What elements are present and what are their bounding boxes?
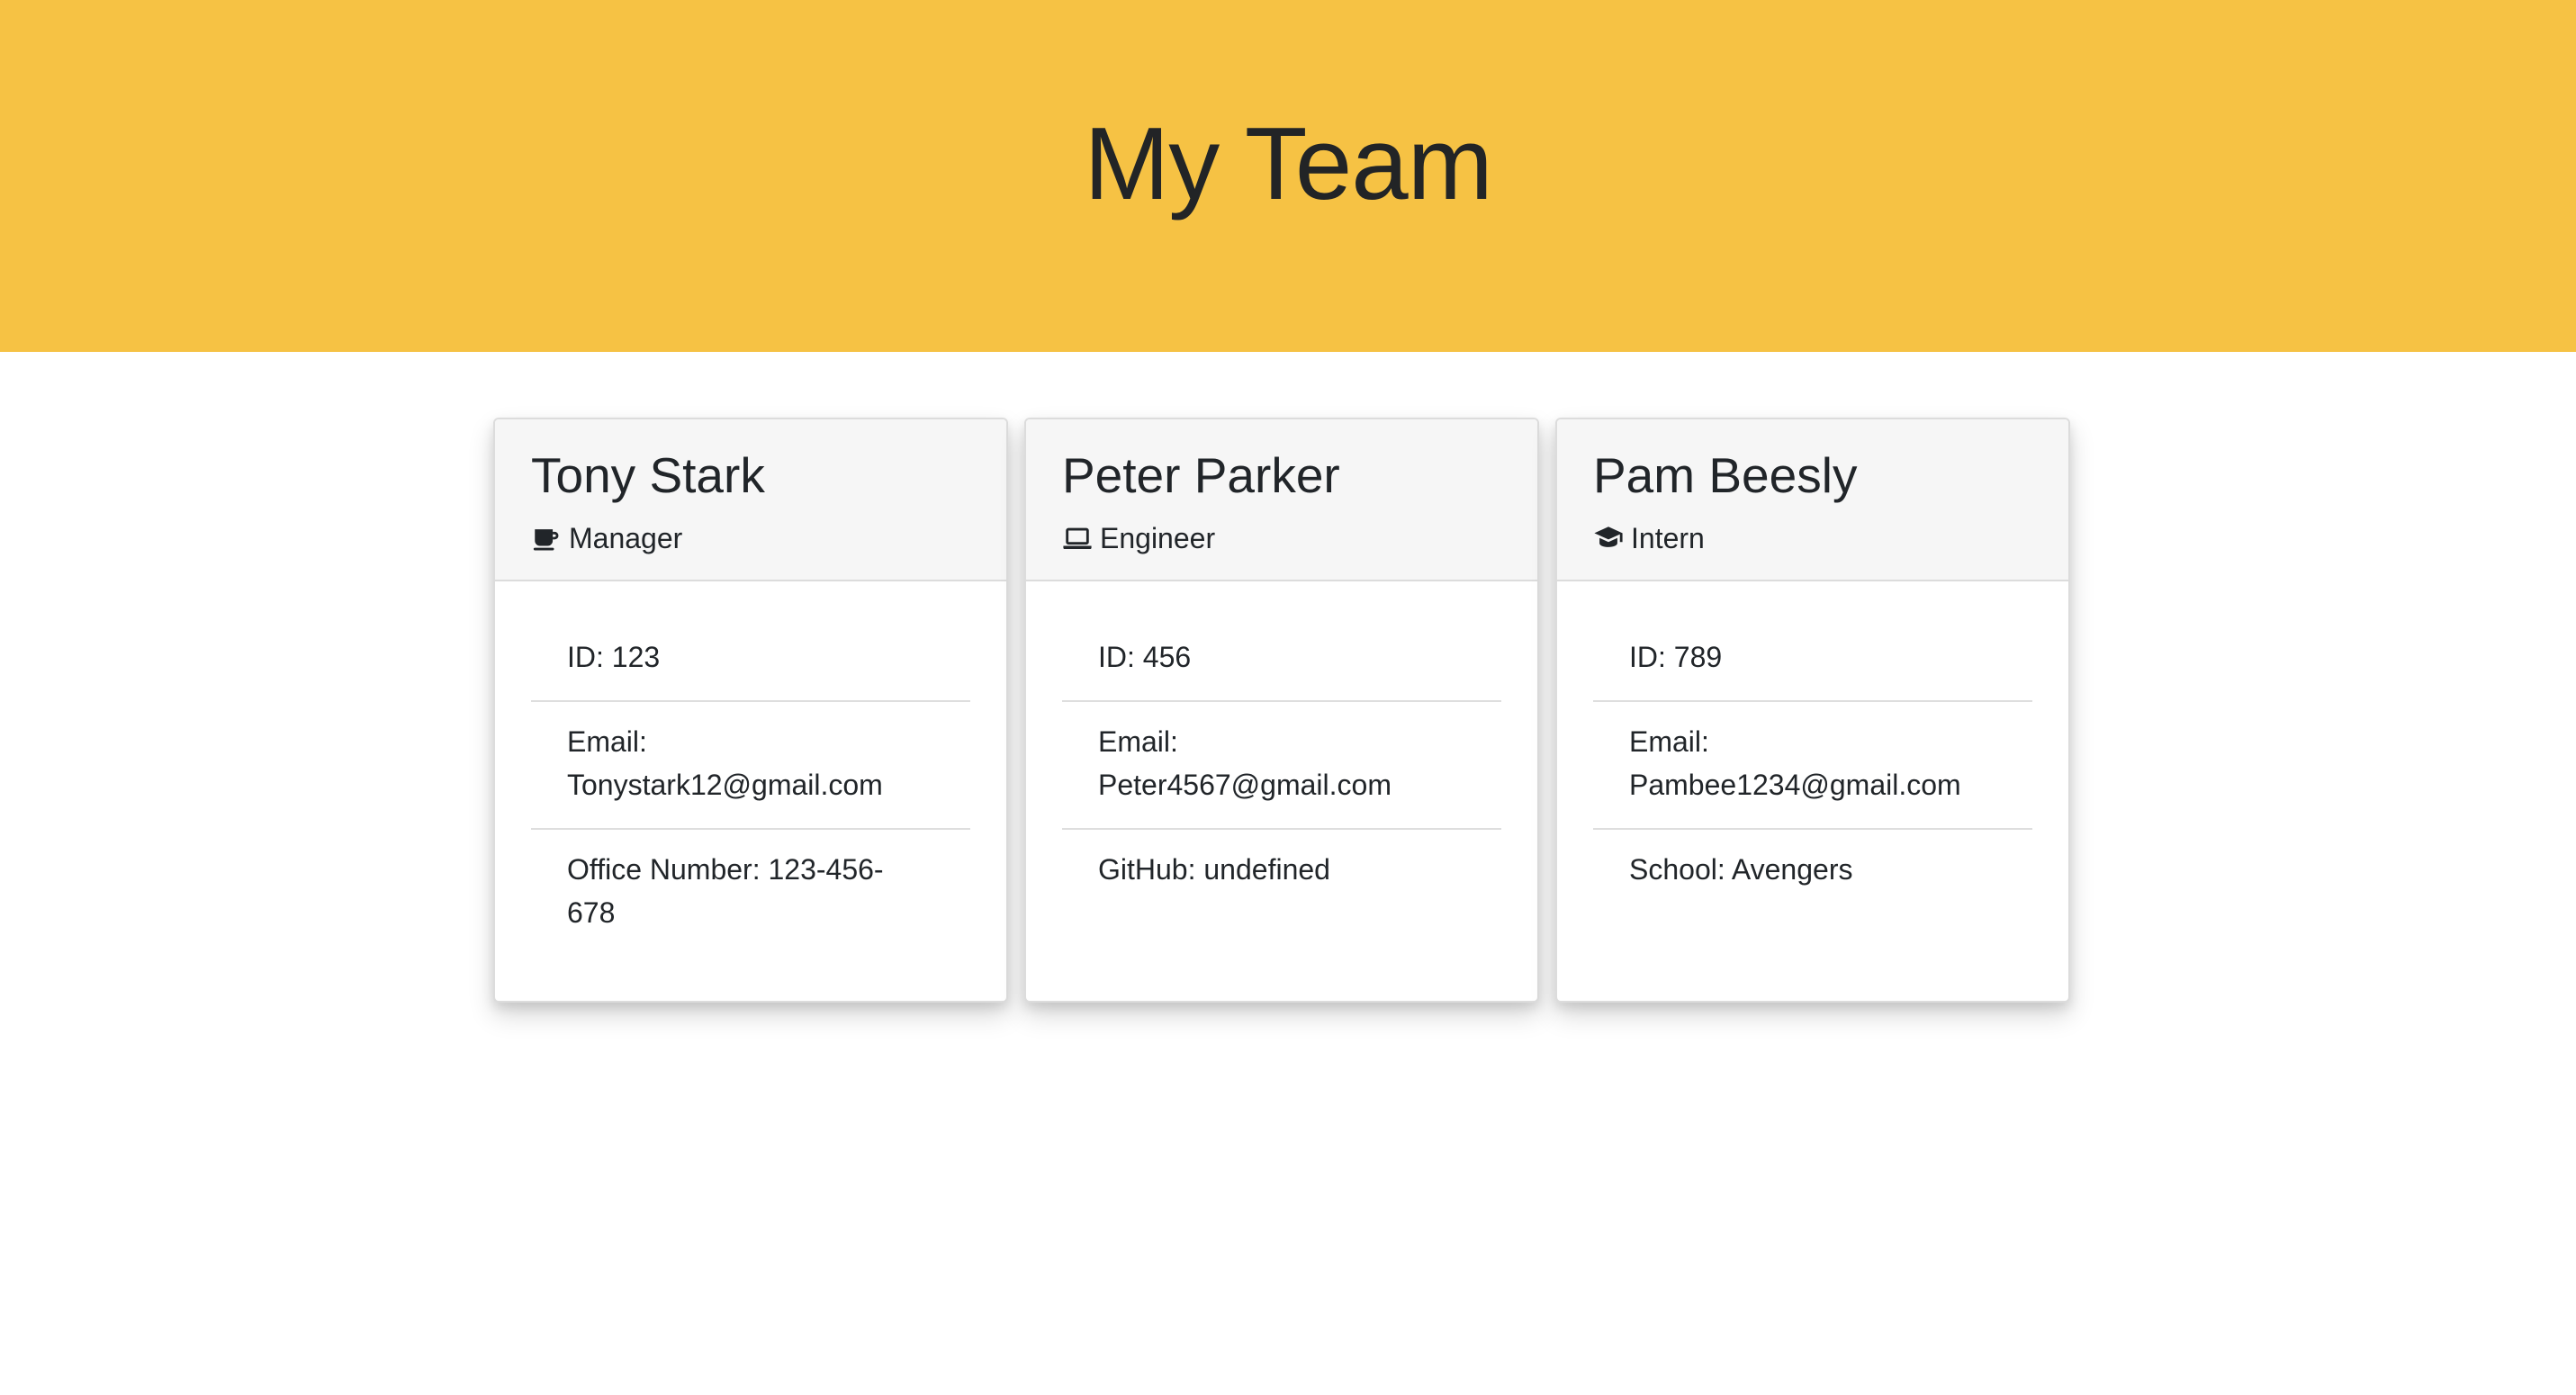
role-label: Manager bbox=[569, 522, 683, 554]
employee-id: ID: 123 bbox=[531, 617, 970, 702]
employee-office-number: Office Number: 123-456- 678 bbox=[531, 830, 970, 956]
email-link[interactable]: Peter4567@gmail.com bbox=[1098, 763, 1465, 806]
employee-id: ID: 789 bbox=[1593, 617, 2032, 702]
email-link[interactable]: Tonystark12@gmail.com bbox=[567, 763, 934, 806]
employee-card-intern: Pam Beesly Intern ID: 789 Email: Pambee1… bbox=[1555, 418, 2070, 1003]
employee-email-item: Email: Pambee1234@gmail.com bbox=[1593, 702, 2032, 830]
employee-github[interactable]: GitHub: undefined bbox=[1062, 830, 1501, 913]
employee-email-item: Email: Peter4567@gmail.com bbox=[1062, 702, 1501, 830]
employee-school: School: Avengers bbox=[1629, 853, 1853, 886]
coffee-mug-icon bbox=[531, 523, 562, 554]
employee-name: Pam Beesly bbox=[1593, 447, 1858, 503]
employee-name: Tony Stark bbox=[531, 447, 765, 503]
header-banner: My Team bbox=[0, 0, 2576, 352]
team-cards: Tony Stark Manager ID: 123 Email: Tonyst… bbox=[493, 418, 2070, 1003]
card-body: ID: 456 Email: Peter4567@gmail.com GitHu… bbox=[1026, 581, 1537, 913]
card-header: Pam Beesly Intern bbox=[1557, 419, 2068, 581]
email-label: Email: bbox=[1098, 725, 1178, 758]
email-link[interactable]: Pambee1234@gmail.com bbox=[1629, 763, 1996, 806]
employee-card-engineer: Peter Parker Engineer ID: 456 Email: Pet… bbox=[1024, 418, 1539, 1003]
graduation-cap-icon bbox=[1593, 523, 1624, 554]
page-title: My Team bbox=[1084, 107, 1492, 221]
info-list: ID: 456 Email: Peter4567@gmail.com GitHu… bbox=[1062, 617, 1501, 913]
email-label: Email: bbox=[567, 725, 647, 758]
role-label: Intern bbox=[1631, 522, 1705, 554]
role-label: Engineer bbox=[1100, 522, 1216, 554]
card-header: Tony Stark Manager bbox=[495, 419, 1006, 581]
laptop-icon bbox=[1062, 523, 1093, 554]
office-number-line-1: Office Number: 123-456- bbox=[567, 853, 884, 886]
card-header: Peter Parker Engineer bbox=[1026, 419, 1537, 581]
employee-name: Peter Parker bbox=[1062, 447, 1340, 503]
info-list: ID: 789 Email: Pambee1234@gmail.com Scho… bbox=[1593, 617, 2032, 913]
email-label: Email: bbox=[1629, 725, 1709, 758]
employee-email-item: Email: Tonystark12@gmail.com bbox=[531, 702, 970, 830]
office-number-line-2: 678 bbox=[567, 896, 616, 929]
card-body: ID: 789 Email: Pambee1234@gmail.com Scho… bbox=[1557, 581, 2068, 913]
employee-role: Manager bbox=[531, 520, 970, 556]
employee-id: ID: 456 bbox=[1062, 617, 1501, 702]
card-body: ID: 123 Email: Tonystark12@gmail.com Off… bbox=[495, 581, 1006, 956]
employee-role: Engineer bbox=[1062, 520, 1501, 556]
employee-card-manager: Tony Stark Manager ID: 123 Email: Tonyst… bbox=[493, 418, 1008, 1003]
info-list: ID: 123 Email: Tonystark12@gmail.com Off… bbox=[531, 617, 970, 956]
employee-role: Intern bbox=[1593, 520, 2032, 556]
